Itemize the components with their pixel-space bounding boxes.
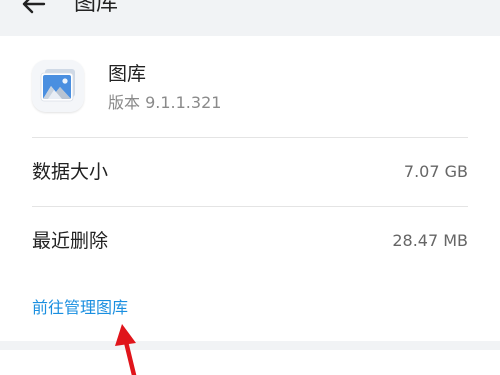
app-info-card: 图库 版本 9.1.1.321 数据大小 7.07 GB 最近删除 28.47 …: [0, 36, 500, 341]
app-version: 版本 9.1.1.321: [108, 93, 222, 112]
back-button[interactable]: [14, 0, 54, 24]
top-bar: 图库: [0, 0, 500, 34]
recently-deleted-value: 28.47 MB: [392, 231, 468, 250]
data-size-row: 数据大小 7.07 GB: [0, 138, 500, 206]
data-size-label: 数据大小: [32, 161, 109, 183]
data-size-value: 7.07 GB: [403, 162, 468, 181]
app-name: 图库: [108, 63, 147, 85]
app-header: 图库 版本 9.1.1.321: [0, 36, 500, 137]
gallery-photo-icon: [32, 60, 84, 112]
page-title: 图库: [74, 0, 119, 16]
arrow-left-icon: [22, 0, 46, 14]
recently-deleted-label: 最近删除: [32, 230, 109, 252]
recently-deleted-row[interactable]: 最近删除 28.47 MB: [0, 207, 500, 275]
manage-gallery-link[interactable]: 前往管理图库: [32, 297, 128, 319]
next-card: [0, 350, 500, 375]
